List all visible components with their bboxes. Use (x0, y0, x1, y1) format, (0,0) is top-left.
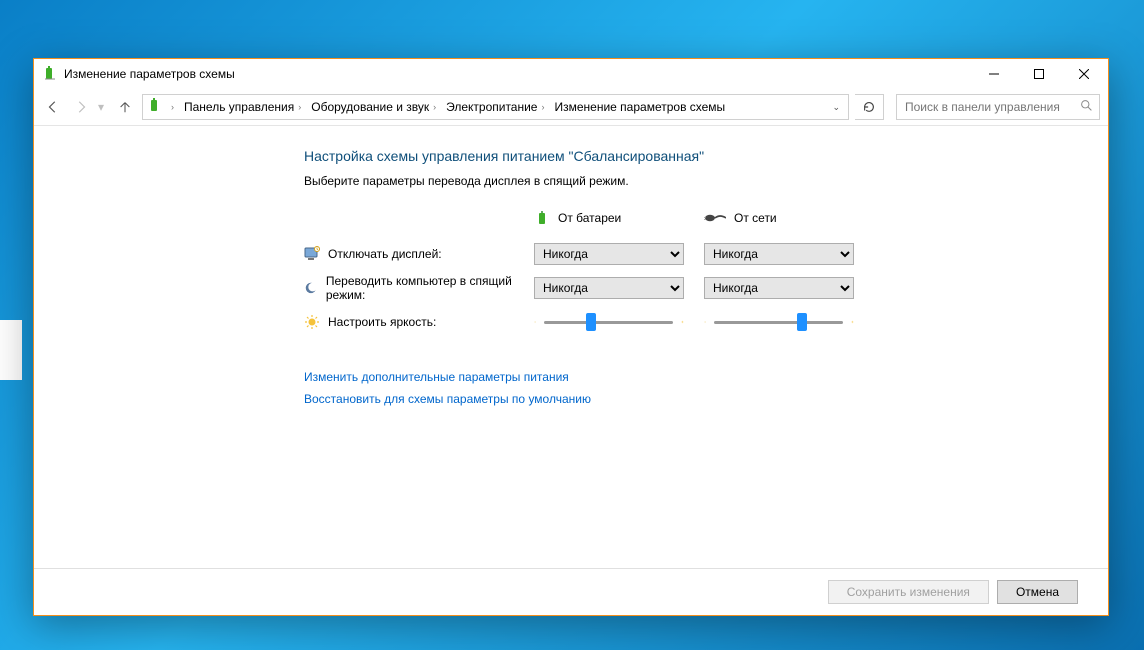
links-section: Изменить дополнительные параметры питани… (304, 370, 984, 406)
forward-button[interactable] (70, 96, 92, 118)
breadcrumb-control-panel[interactable]: Панель управления› (182, 100, 305, 114)
page-subtext: Выберите параметры перевода дисплея в сп… (304, 174, 984, 188)
power-plan-icon (42, 66, 58, 82)
sun-bright-icon (851, 314, 854, 330)
back-button[interactable] (42, 96, 64, 118)
select-display-plugged[interactable]: Никогда (704, 243, 854, 265)
breadcrumb-power-options[interactable]: Электропитание› (444, 100, 548, 114)
search-box[interactable] (896, 94, 1100, 120)
select-sleep-plugged[interactable]: Никогда (704, 277, 854, 299)
select-sleep-battery[interactable]: Никогда (534, 277, 684, 299)
window-title: Изменение параметров схемы (64, 67, 235, 81)
refresh-button[interactable] (855, 94, 884, 120)
titlebar: Изменение параметров схемы (34, 59, 1108, 89)
sun-dim-icon (534, 316, 536, 328)
breadcrumb-current[interactable]: Изменение параметров схемы (552, 100, 727, 114)
minimize-button[interactable] (971, 60, 1016, 89)
sun-dim-icon (704, 316, 706, 328)
label-sleep: Переводить компьютер в спящий режим: (304, 268, 524, 308)
address-dropdown[interactable]: ⌄ (828, 102, 844, 113)
column-header-plugged: От сети (704, 211, 864, 239)
link-restore-defaults[interactable]: Восстановить для схемы параметры по умол… (304, 392, 984, 406)
slider-brightness-plugged[interactable] (714, 321, 843, 324)
column-header-battery: От батареи (534, 210, 694, 240)
label-turn-off-display: Отключать дисплей: (304, 240, 524, 268)
content-area: Настройка схемы управления питанием "Сба… (34, 126, 1108, 592)
history-dropdown[interactable]: ▾ (98, 100, 108, 114)
address-bar[interactable]: › Панель управления› Оборудование и звук… (142, 94, 849, 120)
label-brightness: Настроить яркость: (304, 308, 524, 336)
sun-icon (304, 314, 320, 330)
power-plan-icon-small (147, 98, 163, 117)
desktop-background-stripe (0, 320, 22, 380)
monitor-icon (304, 246, 320, 262)
slider-brightness-battery[interactable] (544, 321, 673, 324)
control-panel-window: Изменение параметров схемы ▾ › Панель уп… (33, 58, 1109, 616)
search-icon (1080, 99, 1093, 115)
close-button[interactable] (1061, 60, 1106, 89)
search-input[interactable] (903, 99, 1080, 115)
page-heading: Настройка схемы управления питанием "Сба… (304, 148, 984, 164)
settings-grid: От батареи От сети Отключать дисплей: Ни… (304, 210, 984, 336)
footer-bar: Сохранить изменения Отмена (34, 568, 1108, 615)
cancel-button[interactable]: Отмена (997, 580, 1078, 604)
plug-icon (704, 212, 726, 224)
nav-row: ▾ › Панель управления› Оборудование и зв… (34, 89, 1108, 126)
maximize-button[interactable] (1016, 60, 1061, 89)
breadcrumb-root-chevron[interactable]: › (167, 102, 178, 112)
up-button[interactable] (114, 96, 136, 118)
link-advanced-power-settings[interactable]: Изменить дополнительные параметры питани… (304, 370, 984, 384)
save-button[interactable]: Сохранить изменения (828, 580, 989, 604)
sun-bright-icon (681, 314, 684, 330)
select-display-battery[interactable]: Никогда (534, 243, 684, 265)
moon-icon (304, 280, 318, 296)
battery-icon (534, 210, 550, 226)
breadcrumb-hardware-sound[interactable]: Оборудование и звук› (309, 100, 440, 114)
